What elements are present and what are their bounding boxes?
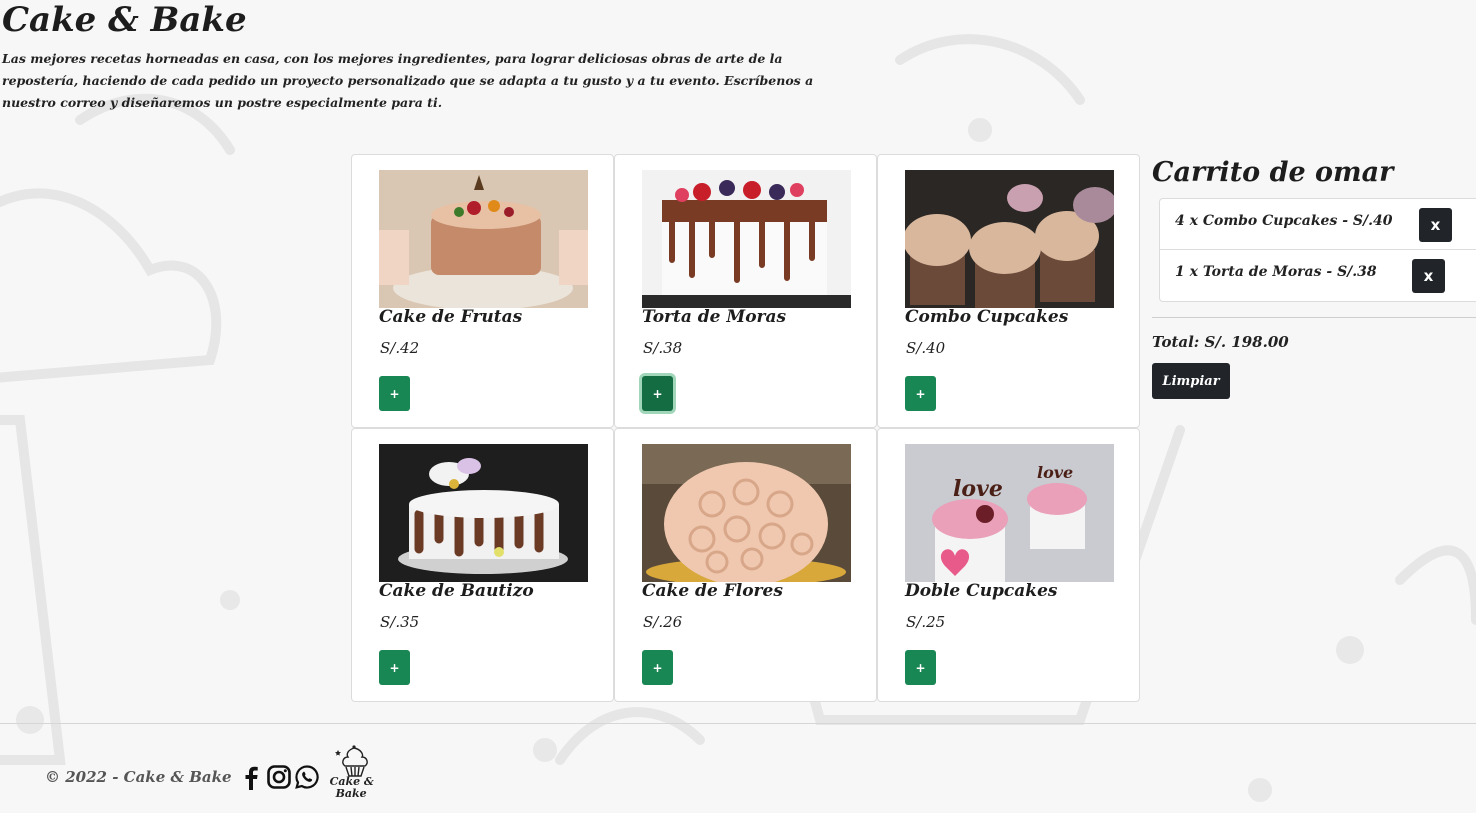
whatsapp-icon[interactable] [294,764,320,790]
product-price: S/.35 [380,613,420,631]
product-card: Cake de Bautizo S/.35 + [351,428,614,702]
product-price: S/.40 [906,339,946,357]
product-image-fruit-cake [379,170,588,308]
cart-list: 4 x Combo Cupcakes - S/.40 x 1 x Torta d… [1159,198,1476,302]
product-grid: Cake de Frutas S/.42 + Torta de Moras S/… [351,154,1140,702]
product-name: Torta de Moras [642,307,787,327]
product-image-cupcakes [905,170,1114,308]
remove-item-button[interactable]: x [1412,259,1445,293]
cake-and-bake-logo: Cake & Bake [326,744,382,810]
product-name: Cake de Frutas [379,307,523,327]
svg-text:love: love [1037,463,1073,482]
svg-text:love: love [953,476,1003,502]
logo-text: Cake & Bake [330,776,374,800]
product-name: Combo Cupcakes [905,307,1069,327]
footer: © 2022 - Cake & Bake Cake & Bake [45,744,382,810]
copyright-text: © 2022 - Cake & Bake [45,768,232,786]
product-price: S/.26 [643,613,683,631]
product-card: Combo Cupcakes S/.40 + [877,154,1140,428]
product-image-berry-cake [642,170,851,308]
product-image-flower-cake [642,444,851,582]
add-to-cart-button[interactable]: + [379,376,410,411]
product-name: Cake de Flores [642,581,783,601]
product-name: Doble Cupcakes [905,581,1058,601]
product-card: Torta de Moras S/.38 + [614,154,877,428]
facebook-icon[interactable] [238,764,264,790]
add-to-cart-button[interactable]: + [905,650,936,685]
product-price: S/.42 [380,339,420,357]
cart-total: Total: S/. 198.00 [1152,333,1289,351]
intro-text: Las mejores recetas horneadas en casa, c… [2,51,814,110]
cart-item: 4 x Combo Cupcakes - S/.40 x [1160,199,1476,250]
cart-panel: Carrito de omar 4 x Combo Cupcakes - S/.… [1152,154,1476,399]
product-price: S/.38 [643,339,683,357]
remove-item-button[interactable]: x [1419,208,1452,242]
cart-item-text: 1 x Torta de Moras - S/.38 [1175,264,1377,280]
add-to-cart-button[interactable]: + [379,650,410,685]
add-to-cart-button[interactable]: + [905,376,936,411]
page-header: Cake & Bake Las mejores recetas horneada… [0,0,860,114]
product-card: Cake de Frutas S/.42 + [351,154,614,428]
add-to-cart-button[interactable]: + [642,650,673,685]
instagram-icon[interactable] [266,764,292,790]
product-card: Cake de Flores S/.26 + [614,428,877,702]
add-to-cart-button[interactable]: + [642,376,673,411]
cart-item: 1 x Torta de Moras - S/.38 x [1160,250,1476,301]
site-title: Cake & Bake [2,0,247,40]
product-image-double-cupcakes: love love [905,444,1114,582]
logo-line-2: Bake [335,787,367,800]
product-name: Cake de Bautizo [379,581,534,601]
product-image-baptism-cake [379,444,588,582]
cart-divider [1152,317,1476,318]
product-card: love love Doble Cupcakes S/.25 + [877,428,1140,702]
cart-item-text: 4 x Combo Cupcakes - S/.40 [1175,213,1393,229]
cart-title: Carrito de omar [1152,157,1394,188]
clear-cart-button[interactable]: Limpiar [1152,363,1230,399]
product-price: S/.25 [906,613,946,631]
footer-divider [0,723,1476,724]
